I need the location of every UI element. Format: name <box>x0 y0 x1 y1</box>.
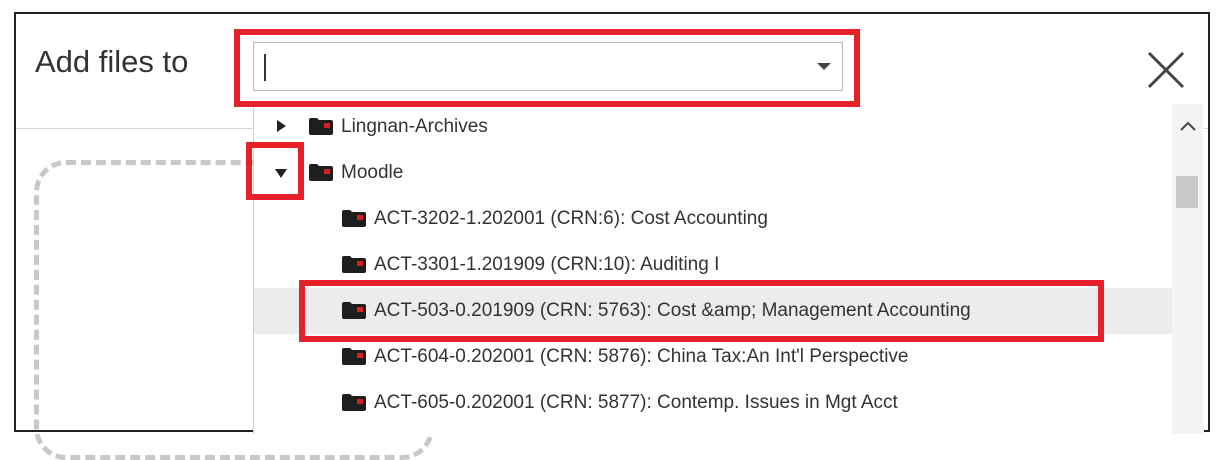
destination-combobox[interactable] <box>253 42 843 91</box>
collapse-arrow-icon[interactable] <box>275 169 287 178</box>
dialog-title: Add files to <box>35 44 189 79</box>
tree-item-label: Moodle <box>341 162 404 183</box>
tree-item-label: ACT-605-0.202001 (CRN: 5877): Contemp. I… <box>374 392 898 413</box>
chevron-down-icon[interactable] <box>817 63 831 70</box>
tree-item-act-503-selected[interactable]: ACT-503-0.201909 (CRN: 5763): Cost &amp;… <box>254 288 1172 334</box>
folder-icon <box>342 256 366 273</box>
expand-arrow-icon[interactable] <box>277 120 286 132</box>
folder-icon <box>342 210 366 227</box>
tree-item-label: ACT-3301-1.201909 (CRN:10): Auditing I <box>374 254 720 275</box>
scroll-up-arrow-icon[interactable] <box>1180 120 1196 132</box>
folder-icon <box>309 118 333 135</box>
close-icon[interactable] <box>1146 50 1186 90</box>
folder-icon <box>342 394 366 411</box>
tree-item-label: ACT-503-0.201909 (CRN: 5763): Cost &amp;… <box>374 300 971 321</box>
folder-icon <box>342 302 366 319</box>
text-cursor <box>264 54 266 81</box>
folder-icon <box>342 348 366 365</box>
tree-item-act-3202[interactable]: ACT-3202-1.202001 (CRN:6): Cost Accounti… <box>254 196 1172 242</box>
tree-item-label: Lingnan-Archives <box>341 116 488 137</box>
scroll-thumb[interactable] <box>1176 176 1198 208</box>
tree-item-act-3301[interactable]: ACT-3301-1.201909 (CRN:10): Auditing I <box>254 242 1172 288</box>
folder-icon <box>309 164 333 181</box>
tree-item-label: ACT-604-0.202001 (CRN: 5876): China Tax:… <box>374 346 909 367</box>
tree-item-moodle[interactable]: Moodle <box>254 150 1172 196</box>
tree-item-lingnan-archives[interactable]: Lingnan-Archives <box>254 104 1172 150</box>
tree-item-label: ACT-3202-1.202001 (CRN:6): Cost Accounti… <box>374 208 768 229</box>
destination-search-input[interactable] <box>268 49 792 87</box>
tree-item-act-604[interactable]: ACT-604-0.202001 (CRN: 5876): China Tax:… <box>254 334 1172 380</box>
vertical-scrollbar[interactable] <box>1172 104 1203 434</box>
folder-tree-dropdown: Lingnan-Archives Moodle ACT-3202-1.20200… <box>253 104 1204 434</box>
tree-item-act-605[interactable]: ACT-605-0.202001 (CRN: 5877): Contemp. I… <box>254 380 1172 426</box>
